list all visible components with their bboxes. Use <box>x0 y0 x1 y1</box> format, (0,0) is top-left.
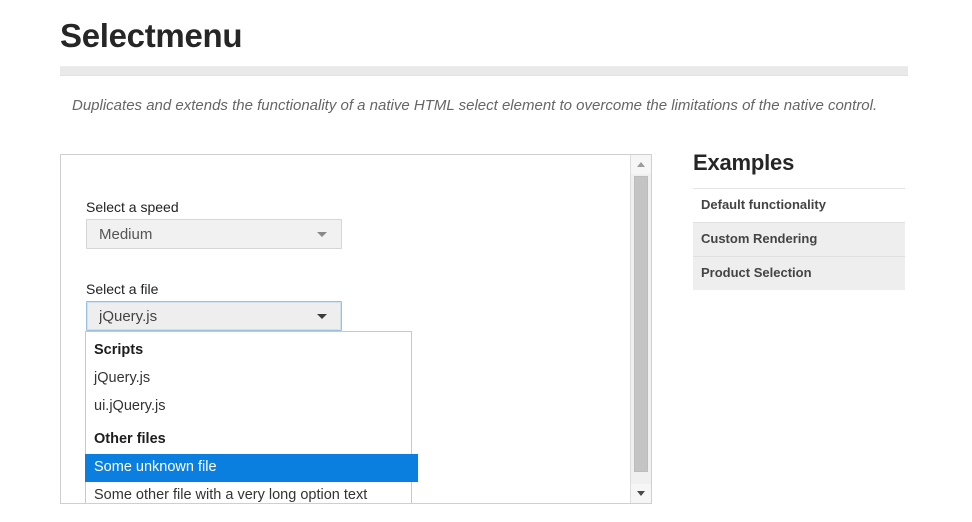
examples-heading: Examples <box>693 150 795 175</box>
optgroup-label-scripts: Scripts <box>94 342 144 358</box>
scrollbar-track[interactable] <box>631 174 651 484</box>
examples-list: Default functionality Custom Rendering P… <box>693 188 905 290</box>
menu-option[interactable]: Some other file with a very long option … <box>86 482 411 503</box>
triangle-up-icon <box>637 162 645 167</box>
triangle-down-icon <box>637 491 645 496</box>
sidebar-item-product-selection[interactable]: Product Selection <box>693 255 905 290</box>
menu-option-selected[interactable]: Some unknown file <box>85 454 418 483</box>
chevron-down-icon <box>317 231 327 237</box>
file-field-label: Select a file <box>86 281 159 297</box>
menu-option[interactable]: jQuery.js <box>86 365 411 393</box>
sidebar-item-custom-rendering[interactable]: Custom Rendering <box>693 221 905 256</box>
scrollbar-thumb[interactable] <box>634 176 648 472</box>
scrollbar-down-button[interactable] <box>631 484 651 503</box>
speed-selectmenu-value: Medium <box>99 225 153 243</box>
sidebar-item-default-functionality[interactable]: Default functionality <box>693 188 905 222</box>
demo-content: Select a speed Medium Select a file jQue… <box>61 155 629 503</box>
page-description: Duplicates and extends the functionality… <box>72 97 878 114</box>
menu-option[interactable]: ui.jQuery.js <box>86 393 411 421</box>
demo-frame: Select a speed Medium Select a file jQue… <box>60 154 652 504</box>
title-divider <box>60 66 908 76</box>
speed-selectmenu-button[interactable]: Medium <box>86 219 342 249</box>
file-selectmenu-dropdown[interactable]: Scripts jQuery.js ui.jQuery.js Other fil… <box>85 331 418 503</box>
page-root: Selectmenu Duplicates and extends the fu… <box>0 0 972 522</box>
optgroup-label-other-files: Other files <box>94 431 166 448</box>
scrollbar-up-button[interactable] <box>631 155 651 174</box>
page-title: Selectmenu <box>60 17 243 54</box>
file-selectmenu-button[interactable]: jQuery.js <box>86 301 342 331</box>
file-selectmenu-value: jQuery.js <box>99 307 158 325</box>
speed-field-label: Select a speed <box>86 199 179 215</box>
demo-scrollbar[interactable] <box>630 155 651 503</box>
chevron-down-icon <box>317 313 327 319</box>
